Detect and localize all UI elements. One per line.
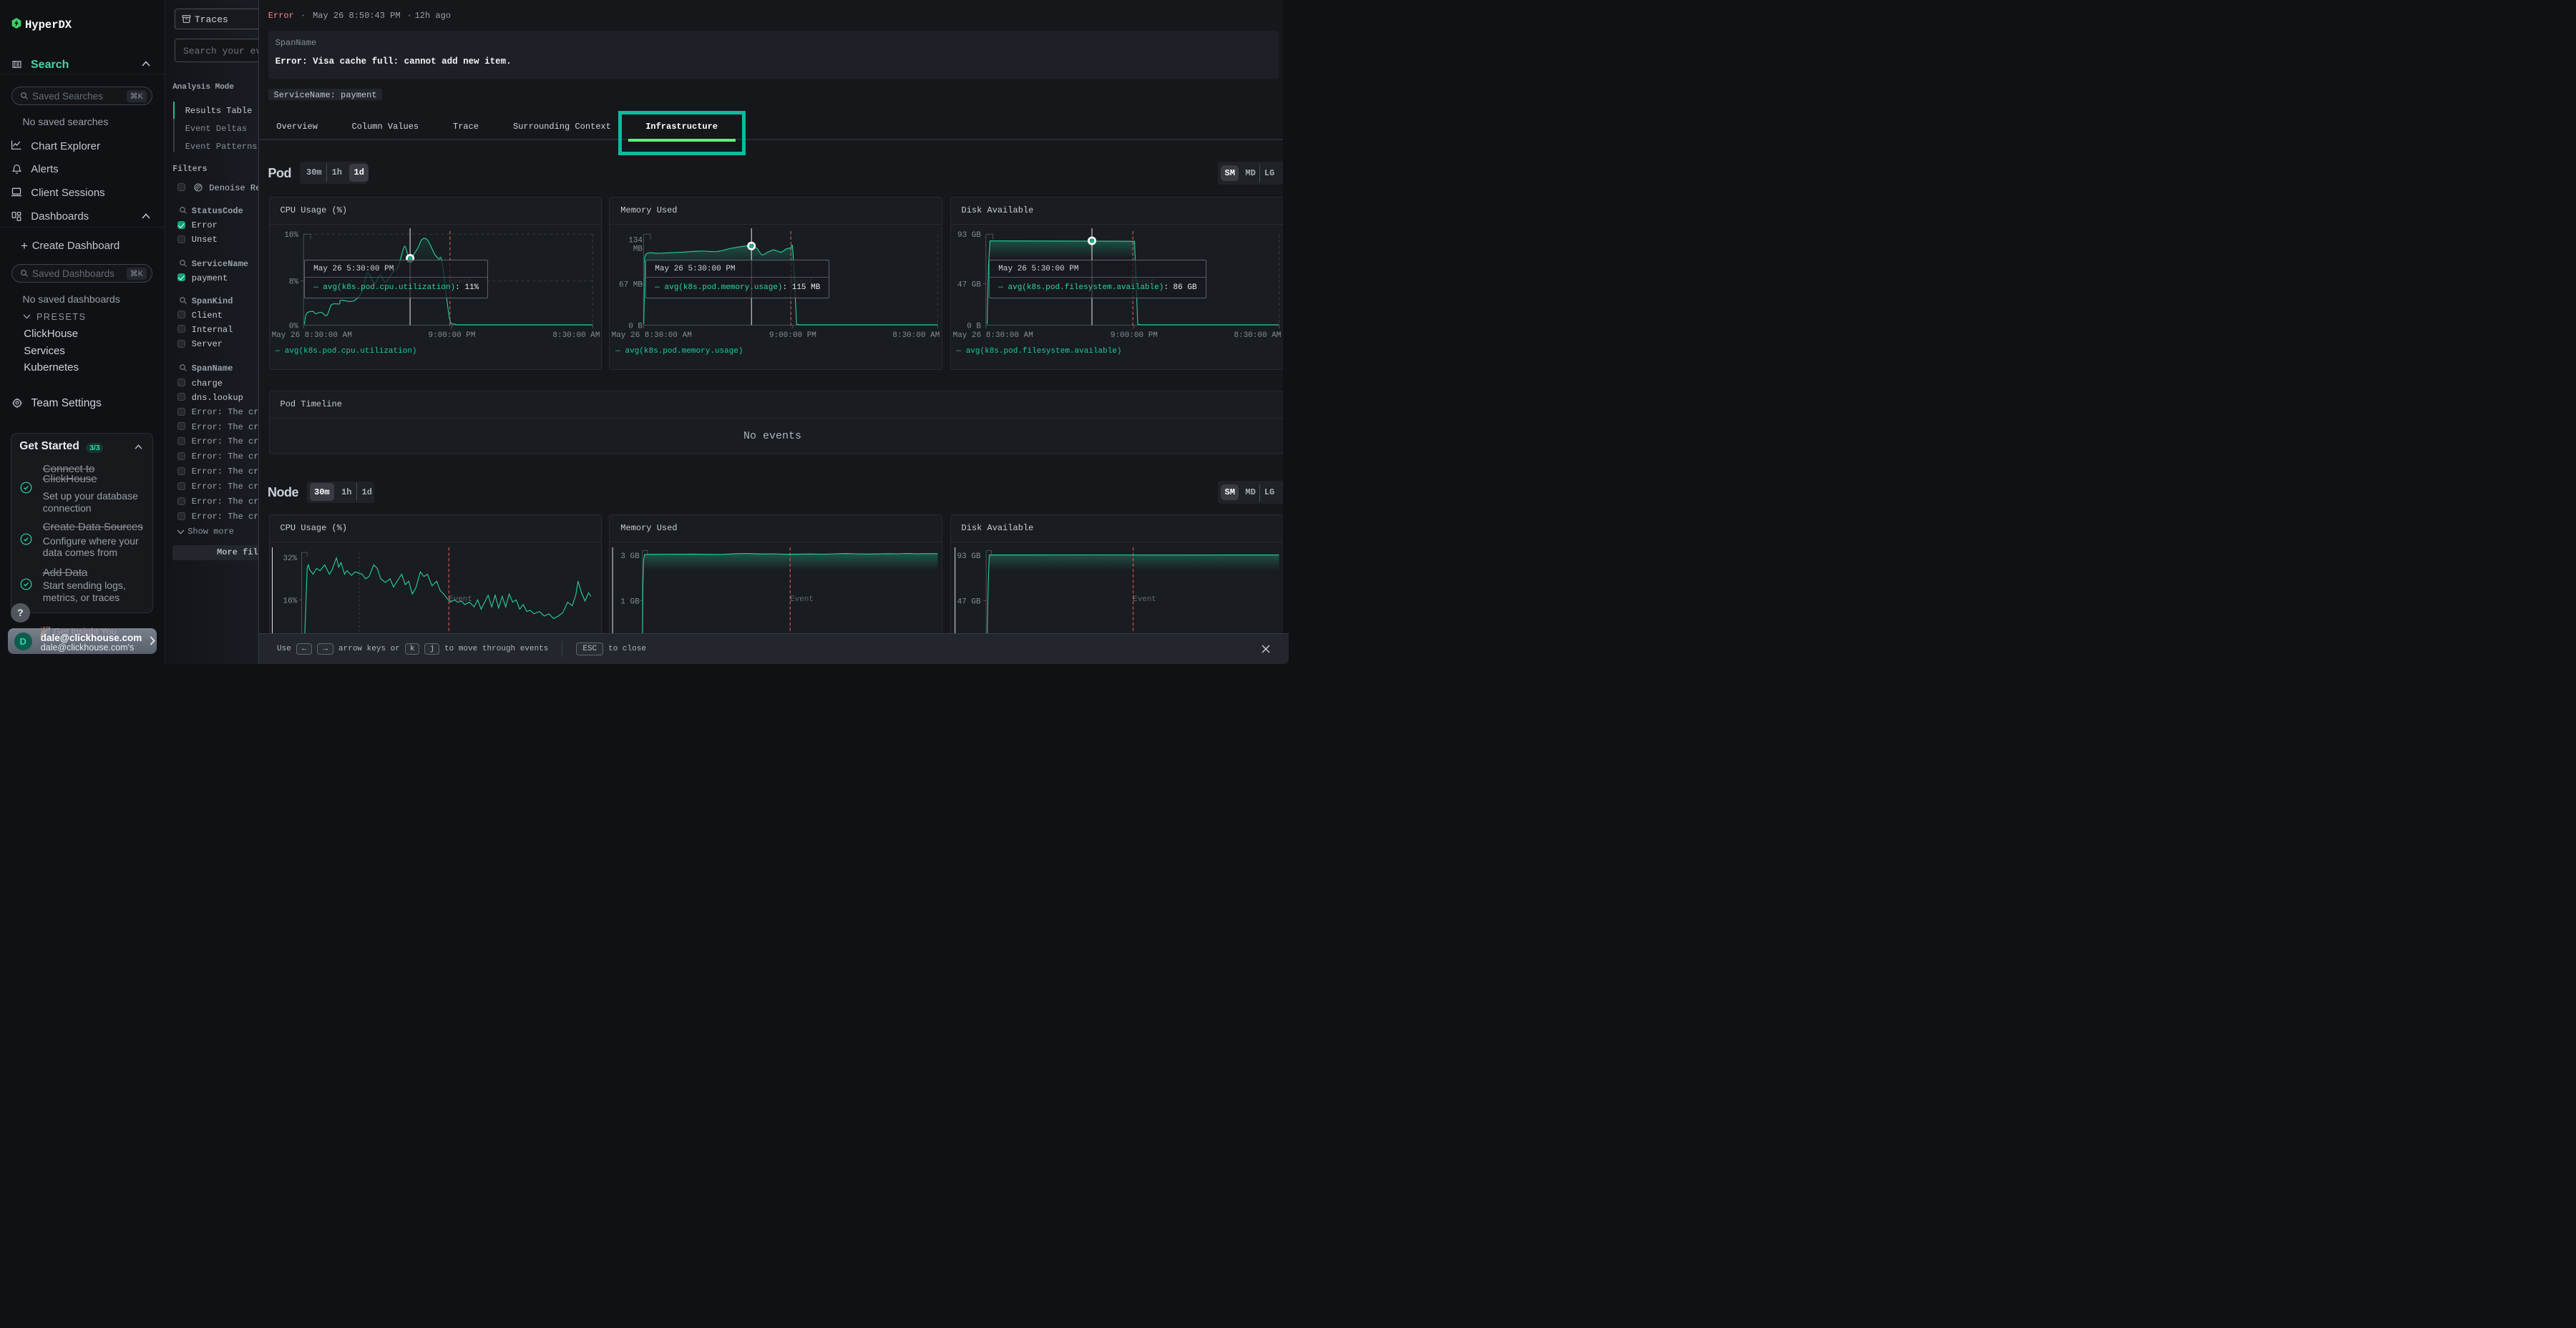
svg-text:93 GB: 93 GB [957,231,980,240]
svg-text:8%: 8% [288,278,298,287]
svg-text:1 GB: 1 GB [621,597,640,606]
svg-text:67 MB: 67 MB [619,281,643,290]
svg-text:9:00:00 PM: 9:00:00 PM [1110,331,1157,340]
svg-text:32%: 32% [283,555,297,563]
svg-text:9:00:00 PM: 9:00:00 PM [769,331,816,340]
svg-text:May 26 8:30:00 AM: May 26 8:30:00 AM [271,331,351,340]
svg-text:May 26 8:30:00 AM: May 26 8:30:00 AM [952,331,1033,340]
svg-text:Event: Event [790,595,814,604]
svg-text:8:30:00 AM: 8:30:00 AM [552,331,600,340]
svg-text:16%: 16% [284,231,298,240]
svg-text:0%: 0% [288,322,298,331]
svg-text:0 B: 0 B [628,322,643,331]
svg-text:8:30:00 AM: 8:30:00 AM [1234,331,1281,340]
svg-text:134: 134 [628,237,643,245]
svg-text:47 GB: 47 GB [957,597,980,606]
svg-text:9:00:00 PM: 9:00:00 PM [428,331,475,340]
svg-text:May 26 8:30:00 AM: May 26 8:30:00 AM [612,331,692,340]
svg-text:16%: 16% [283,597,297,605]
svg-text:Event: Event [1133,595,1156,604]
svg-text:0 B: 0 B [967,322,981,331]
svg-text:MB: MB [633,245,643,253]
svg-text:93 GB: 93 GB [957,552,980,561]
svg-text:47 GB: 47 GB [957,281,980,290]
svg-text:8:30:00 AM: 8:30:00 AM [893,331,940,340]
svg-text:3 GB: 3 GB [621,552,640,561]
svg-text:Event: Event [449,595,472,604]
